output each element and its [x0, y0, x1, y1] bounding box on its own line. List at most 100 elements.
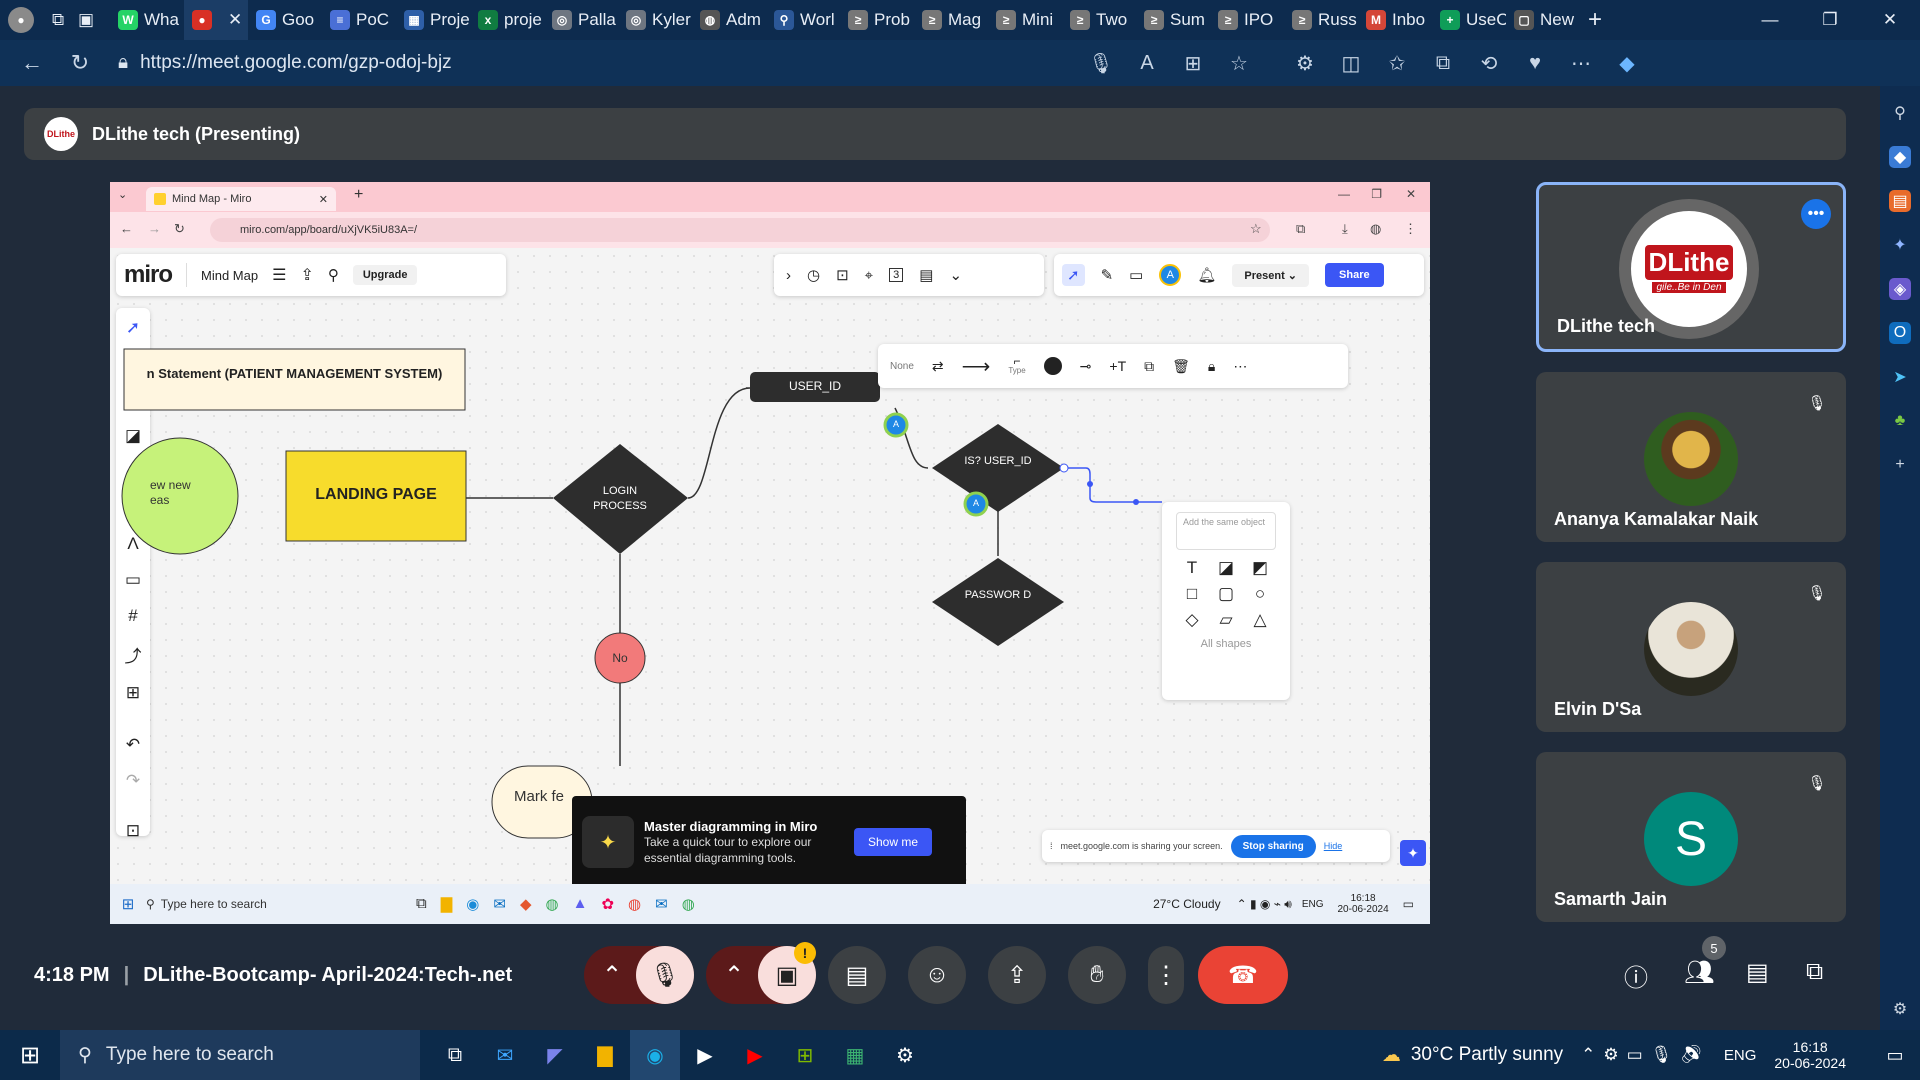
inner-refresh-icon[interactable]: ↻	[174, 221, 185, 237]
send-icon[interactable]: ➤	[1889, 366, 1911, 388]
browser-tab[interactable]: M Inbo	[1358, 0, 1432, 40]
reactions-button[interactable]: ☺	[908, 946, 966, 1004]
raise-hand-button[interactable]: ✋︎	[1068, 946, 1126, 1004]
browser-tab[interactable]: ◎ Palla	[544, 0, 618, 40]
present-screen-button[interactable]: ⇪	[988, 946, 1046, 1004]
people-icon[interactable]: 👥︎	[1684, 958, 1714, 987]
line-start-none[interactable]: None	[890, 361, 914, 372]
notification-center-icon[interactable]: ▭	[1870, 1030, 1920, 1080]
browser-tab[interactable]: ≥ Two	[1062, 0, 1136, 40]
weather-widget[interactable]: ☁ 30°C Partly sunny	[1382, 1044, 1563, 1067]
new-tab-icon[interactable]: +	[1580, 0, 1624, 40]
browser-tab[interactable]: ◍ Adm	[692, 0, 766, 40]
browser-tab[interactable]: ≥ Mag	[914, 0, 988, 40]
settings-sidebar-icon[interactable]: ⚙	[1889, 998, 1911, 1020]
inner-back-icon[interactable]: ←	[120, 221, 133, 236]
sticky-shape-icon[interactable]: ◪	[1212, 558, 1240, 578]
inner-minimize-icon[interactable]: —	[1338, 187, 1350, 201]
people-icon[interactable]: ✦	[1889, 234, 1911, 256]
browser-tab[interactable]: ≥ Russ	[1284, 0, 1358, 40]
stop-sharing-button[interactable]: Stop sharing	[1230, 834, 1316, 858]
close-tab-icon[interactable]: ✕	[228, 10, 242, 30]
edge-icon[interactable]: ◉	[630, 1030, 680, 1080]
rounded-rect-shape-icon[interactable]: ▢	[1212, 584, 1240, 604]
activities-icon[interactable]: ⧉	[1806, 958, 1823, 986]
inner-mail2-icon[interactable]: ✉	[655, 895, 668, 913]
drag-handle-icon[interactable]: ⁞	[1050, 841, 1053, 851]
lock-object-icon[interactable]: 🔒︎	[1208, 358, 1215, 375]
inner-restore-icon[interactable]: ❐	[1371, 187, 1382, 201]
restore-icon[interactable]: ❐	[1800, 0, 1860, 40]
task-view-icon[interactable]: ⧉	[430, 1030, 480, 1080]
inner-app-icon[interactable]: ▲	[573, 895, 588, 913]
more-icon[interactable]: ⋯	[1558, 43, 1604, 83]
hide-notice-link[interactable]: Hide	[1324, 841, 1343, 851]
more-options-button[interactable]: ⋮	[1148, 946, 1184, 1004]
inner-brave-icon[interactable]: ◆	[520, 895, 532, 913]
card-shape-icon[interactable]: ◩	[1246, 558, 1274, 578]
inner-explorer-icon[interactable]: ▇	[441, 895, 453, 913]
circle-shape-icon[interactable]: ○	[1246, 584, 1274, 604]
inner-tab-miro[interactable]: Mind Map - Miro ✕	[146, 187, 336, 211]
line-type-control[interactable]: ⌐ Type	[1008, 355, 1025, 376]
inner-app2-icon[interactable]: ✿	[601, 895, 614, 913]
tag-icon[interactable]: ◆	[1889, 146, 1911, 168]
read-aloud-icon[interactable]: A	[1124, 43, 1170, 83]
tree-icon[interactable]: ♣	[1889, 410, 1911, 432]
visual-studio-icon[interactable]: ◤	[530, 1030, 580, 1080]
inner-taskview-icon[interactable]: ⧉	[416, 895, 427, 913]
show-me-button[interactable]: Show me	[854, 828, 933, 856]
chat-icon[interactable]: ▤	[1746, 958, 1769, 987]
browser-tab[interactable]: G Goo	[248, 0, 322, 40]
app-available-icon[interactable]: ⊞	[1170, 43, 1216, 83]
performance-icon[interactable]: ♥	[1512, 43, 1558, 83]
inner-mail-icon[interactable]: ✉	[493, 895, 506, 913]
inner-clock[interactable]: 16:18 20-06-2024	[1338, 893, 1389, 915]
collections-icon[interactable]: ⧉	[1420, 43, 1466, 83]
mail-icon[interactable]: ✉	[480, 1030, 530, 1080]
media-player-icon[interactable]: ▶	[680, 1030, 730, 1080]
miro-board-canvas[interactable]: miro Mind Map ☰ ⇪ ⚲ Upgrade › ◷ ⊡ ⌖ 3 ▤ …	[110, 248, 1430, 888]
file-explorer-icon[interactable]: ▇	[580, 1030, 630, 1080]
mic-icon[interactable]: 🎙︎	[1078, 43, 1124, 83]
inner-download-icon[interactable]: ⤓	[1342, 221, 1348, 237]
refresh-icon[interactable]: ↻	[60, 43, 100, 83]
inner-url-field[interactable]: miro.com/app/board/uXjVK5iU83A=/	[210, 218, 1270, 242]
duplicate-icon[interactable]: ⧉	[1144, 358, 1154, 375]
taskbar-clock[interactable]: 16:18 20-06-2024	[1774, 1039, 1846, 1071]
browser-tab[interactable]: ⚲ Worl	[766, 0, 840, 40]
browser-tab[interactable]: ≥ IPO	[1210, 0, 1284, 40]
inner-start-icon[interactable]: ⊞	[110, 895, 146, 913]
tab-actions-icon[interactable]: ▣	[70, 0, 110, 40]
inner-edge-icon[interactable]: ◉	[466, 895, 479, 913]
settings-icon[interactable]: ⚙	[880, 1030, 930, 1080]
swap-ends-icon[interactable]: ⇄	[932, 358, 944, 375]
outlook-icon[interactable]: O	[1889, 322, 1911, 344]
back-icon[interactable]: ←	[12, 43, 52, 83]
selected-connector[interactable]	[1064, 467, 1162, 503]
browser-tab[interactable]: + UseC	[1432, 0, 1506, 40]
inner-lang[interactable]: ENG	[1302, 899, 1324, 910]
browser-tab[interactable]: ▦ Proje	[396, 0, 470, 40]
extensions-icon[interactable]: ⚙	[1282, 43, 1328, 83]
line-thickness-icon[interactable]: ⊸	[1080, 358, 1092, 375]
search-icon[interactable]: ⚲	[1889, 102, 1911, 124]
split-screen-icon[interactable]: ◫	[1328, 43, 1374, 83]
participant-tile-ananya[interactable]: 🎙︎ Ananya Kamalakar Naik	[1536, 372, 1846, 542]
more-options-icon[interactable]: ⋯	[1233, 358, 1247, 375]
workspaces-icon[interactable]: ⧉	[52, 10, 64, 30]
tab-list-icon[interactable]: ⌄	[118, 188, 127, 201]
close-window-icon[interactable]: ✕	[1860, 0, 1920, 40]
inner-extension-icon[interactable]: ⧉	[1296, 221, 1305, 237]
participant-tile-samarth[interactable]: S 🎙︎ Samarth Jain	[1536, 752, 1846, 922]
add-same-object-input[interactable]: Add the same object	[1176, 512, 1276, 550]
favorite-star-icon[interactable]: ☆	[1216, 43, 1262, 83]
store-icon[interactable]: ⊞	[780, 1030, 830, 1080]
copilot-sidebar-icon[interactable]: ◈	[1889, 278, 1911, 300]
inner-new-tab-icon[interactable]: +	[354, 186, 363, 204]
browser-tab[interactable]: ≥ Prob	[840, 0, 914, 40]
connector-handle[interactable]	[1059, 463, 1069, 473]
history-icon[interactable]: ⟲	[1466, 43, 1512, 83]
inner-menu-icon[interactable]: ⋮	[1404, 221, 1417, 237]
inner-forward-icon[interactable]: →	[148, 221, 161, 236]
